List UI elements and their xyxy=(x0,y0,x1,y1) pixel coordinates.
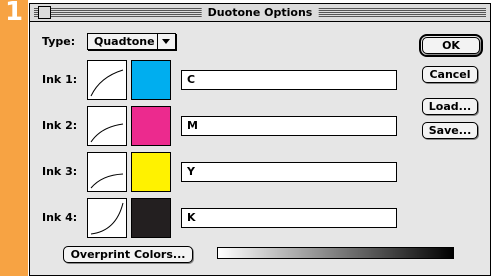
step-number: 1 xyxy=(4,0,24,27)
ink-4-curve-icon[interactable] xyxy=(87,198,127,238)
ink-1-swatch[interactable] xyxy=(131,60,171,100)
popup-arrow-icon xyxy=(157,34,175,49)
ink-2-curve-icon[interactable] xyxy=(87,106,127,146)
load-button[interactable]: Load... xyxy=(422,98,478,115)
title-bar[interactable]: Duotone Options xyxy=(30,4,490,22)
ok-button[interactable]: OK xyxy=(419,34,483,57)
ink-gradient-bar xyxy=(217,247,454,259)
ink-2-swatch[interactable] xyxy=(131,106,171,146)
save-button[interactable]: Save... xyxy=(422,122,478,139)
close-box-icon[interactable] xyxy=(38,6,51,19)
ink-1-name-field[interactable]: C xyxy=(181,70,397,90)
ink-3-curve-icon[interactable] xyxy=(87,152,127,192)
type-popup-value: Quadtone xyxy=(94,35,155,48)
type-label: Type: xyxy=(42,35,76,48)
ink-1-label: Ink 1: xyxy=(42,73,78,86)
ink-1-curve-icon[interactable] xyxy=(87,60,127,100)
overprint-colors-button[interactable]: Overprint Colors... xyxy=(63,246,193,263)
dialog-title: Duotone Options xyxy=(201,4,319,21)
ink-2-label: Ink 2: xyxy=(42,119,78,132)
ink-4-swatch[interactable] xyxy=(131,198,171,238)
step-sidebar: 1 xyxy=(0,0,28,276)
cancel-button[interactable]: Cancel xyxy=(422,66,478,83)
type-popup-menu[interactable]: Quadtone xyxy=(87,33,176,50)
ink-4-label: Ink 4: xyxy=(42,211,78,224)
ink-2-name-field[interactable]: M xyxy=(181,116,397,136)
ink-3-swatch[interactable] xyxy=(131,152,171,192)
ink-3-label: Ink 3: xyxy=(42,165,78,178)
ink-4-name-field[interactable]: K xyxy=(181,208,397,228)
ink-3-name-field[interactable]: Y xyxy=(181,162,397,182)
duotone-options-dialog: Duotone Options Type: Quadtone Ink 1: C … xyxy=(29,3,491,276)
